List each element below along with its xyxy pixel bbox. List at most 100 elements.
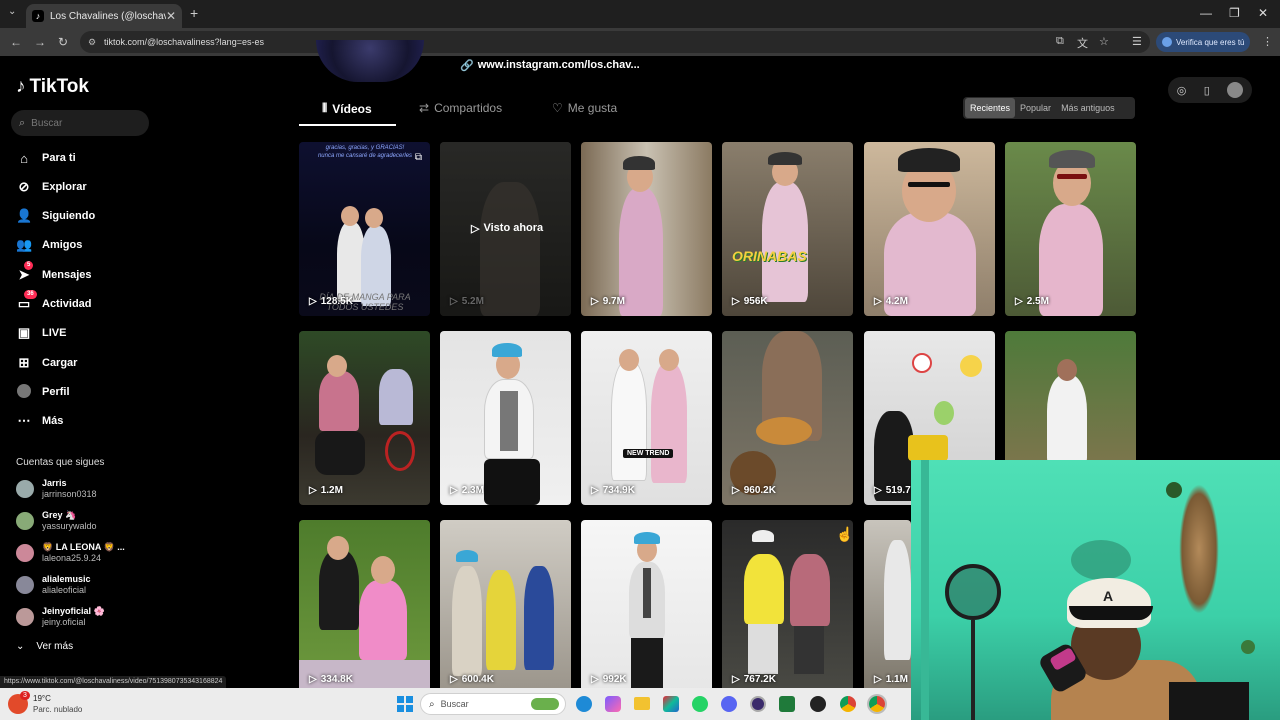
following-item[interactable]: 🦁 LA LEONA 🦁 ... laleona25.9.24 [16, 540, 125, 566]
repost-icon: ⇄ [419, 101, 430, 115]
views-value: 734.9K [602, 485, 635, 496]
translate-icon[interactable]: 文 [1077, 35, 1088, 51]
taskbar-search[interactable]: ⌕ Buscar [420, 693, 566, 715]
compass-icon[interactable]: ◎ [1177, 84, 1187, 97]
new-tab-icon[interactable]: + [190, 5, 198, 21]
edge-icon[interactable] [576, 696, 592, 712]
store-icon[interactable] [663, 696, 679, 712]
chrome-active-icon[interactable] [869, 696, 885, 712]
tab-videos[interactable]: ⦀ Vídeos [322, 101, 372, 116]
figure [319, 550, 359, 630]
figure [327, 355, 347, 377]
search-box[interactable]: ⌕ [11, 110, 149, 136]
video-thumbnail[interactable]: ▷ 1.2M [299, 331, 430, 505]
close-window-icon[interactable]: ✕ [1258, 6, 1268, 20]
heart-icon: ♡ [552, 101, 563, 115]
chrome-icon[interactable] [840, 696, 856, 712]
url-field[interactable]: ⚙ tiktok.com/@loschavaliness?lang=es-es [80, 31, 1150, 53]
figure [319, 371, 359, 431]
more-icon: ⋯ [17, 413, 31, 428]
tab-list-icon[interactable]: ⌄ [8, 6, 16, 17]
obs-icon[interactable] [750, 696, 766, 712]
video-thumbnail[interactable]: NEW TREND ▷ 734.9K [581, 331, 712, 505]
forward-icon[interactable]: → [34, 35, 46, 49]
video-overlay-text: NEW TREND [623, 449, 674, 458]
tiktok-logo[interactable]: ♪ TikTok [16, 76, 89, 98]
video-thumbnail[interactable]: ▷ Visto ahora ▷ 5.2M [440, 142, 571, 316]
sort-recientes[interactable]: Recientes [965, 98, 1016, 118]
verify-button[interactable]: Verifica que eres tú [1156, 32, 1250, 52]
windows-start-icon[interactable] [397, 696, 413, 712]
app-icon[interactable] [810, 696, 826, 712]
views-value: 960.2K [743, 485, 776, 496]
nav-mas[interactable]: ⋯ Más [16, 410, 64, 432]
search-highlight-icon [531, 698, 559, 710]
restore-icon[interactable]: ❐ [1229, 6, 1240, 20]
nav-para-ti[interactable]: ⌂ Para ti [16, 147, 76, 169]
nav-cargar[interactable]: ⊞ Cargar [16, 352, 78, 374]
shelf-item [1241, 640, 1255, 654]
video-thumbnail[interactable]: ▷ 2.3M [440, 331, 571, 505]
compass-icon: ⊘ [18, 179, 30, 194]
figure [752, 530, 774, 542]
sort-popular[interactable]: Popular [1015, 98, 1056, 118]
nav-explorar[interactable]: ⊘ Explorar [16, 176, 87, 198]
sort-mas-antiguos[interactable]: Más antiguos [1056, 98, 1120, 118]
account-avatar[interactable] [1227, 82, 1244, 98]
figure [619, 188, 663, 316]
cast-icon[interactable]: ⧉ [1056, 35, 1064, 48]
see-more-button[interactable]: ⌄ Ver más [16, 641, 73, 652]
figure [500, 391, 518, 451]
following-item[interactable]: Grey 🦄 yassurywaldo [16, 508, 97, 534]
video-thumbnail[interactable]: ▷ 992K [581, 520, 712, 694]
nav-actividad[interactable]: ▭ 36 Actividad [16, 290, 92, 315]
browser-menu-icon[interactable]: ⋮ [1262, 35, 1273, 48]
video-thumbnail[interactable]: ▷ 600.4K [440, 520, 571, 694]
whatsapp-icon[interactable] [692, 696, 708, 712]
discord-icon[interactable] [721, 696, 737, 712]
taskbar: 3 19°C Parc. nublado ⌕ Buscar [0, 688, 911, 720]
nav-mensajes[interactable]: ➤ 5 Mensajes [16, 261, 92, 286]
video-thumbnail[interactable]: ▷ 1.1M [864, 520, 911, 694]
video-thumbnail[interactable]: ▷ 960.2K [722, 331, 853, 505]
excel-icon[interactable] [779, 696, 795, 712]
following-handle: jeiny.oficial [42, 617, 86, 627]
following-item[interactable]: Jarris jarrinson0318 [16, 476, 97, 502]
back-icon[interactable]: ← [10, 35, 22, 49]
nav-siguiendo[interactable]: 👤 Siguiendo [16, 205, 95, 227]
nav-amigos[interactable]: 👥 Amigos [16, 234, 82, 256]
video-thumbnail[interactable]: ▷ 4.2M [864, 142, 995, 316]
following-item[interactable]: Jeinyoficial 🌸 jeiny.oficial [16, 604, 105, 630]
instagram-link-text: www.instagram.com/los.chav... [477, 59, 640, 71]
site-info-icon[interactable]: ⚙ [88, 37, 96, 48]
video-thumbnail[interactable]: ▷ 334.8K [299, 520, 430, 694]
tab-compartidos[interactable]: ⇄ Compartidos [419, 101, 502, 115]
video-thumbnail[interactable]: gracias, gracias, y GRACIAS! nunca me ca… [299, 142, 430, 316]
instagram-link[interactable]: 🔗 www.instagram.com/los.chav... [460, 59, 640, 72]
close-tab-icon[interactable]: ✕ [166, 9, 176, 23]
following-item[interactable]: alialemusic alialeoficial [16, 572, 91, 598]
bookmark-star-icon[interactable]: ☆ [1099, 35, 1109, 48]
minimize-icon[interactable]: — [1200, 6, 1212, 20]
browser-tab[interactable]: ♪ Los Chavalines (@loschavaline... ✕ [26, 4, 182, 28]
video-thumbnail[interactable]: ▷ 767.2K [722, 520, 853, 694]
search-input[interactable] [31, 117, 132, 129]
reload-icon[interactable]: ↻ [58, 35, 68, 49]
reading-list-icon[interactable]: ☰ [1132, 35, 1142, 48]
video-thumbnail[interactable]: ORINABAS ▷ 956K [722, 142, 853, 316]
nav-perfil[interactable]: Perfil [16, 381, 70, 403]
verify-icon [1162, 37, 1172, 47]
phone-icon[interactable]: ▯ [1204, 84, 1210, 97]
nav-live[interactable]: ▣ LIVE [16, 322, 67, 344]
weather-badge: 3 [20, 691, 30, 700]
figure [327, 536, 349, 560]
video-thumbnail[interactable]: ▷ 9.7M [581, 142, 712, 316]
video-thumbnail[interactable]: ▷ 2.5M [1005, 142, 1136, 316]
nav-label: Amigos [42, 239, 83, 251]
logo-text: TikTok [29, 76, 89, 97]
nav-label: Siguiendo [42, 210, 96, 222]
figure [1057, 359, 1077, 381]
tab-me-gusta[interactable]: ♡ Me gusta [552, 101, 617, 115]
copilot-icon[interactable] [605, 696, 621, 712]
file-explorer-icon[interactable] [634, 697, 650, 710]
